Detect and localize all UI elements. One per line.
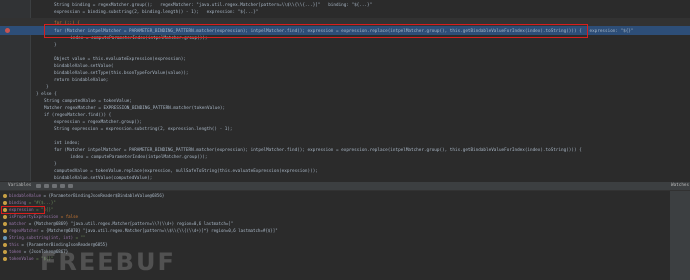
evaluate-icon[interactable] [68, 184, 73, 188]
expression-annotation-box [1, 206, 45, 214]
variable-row[interactable]: String.substring(int, int) = "" [3, 235, 85, 241]
field-icon [3, 243, 7, 247]
code-line: expression = regexMatcher.group(); [54, 120, 142, 125]
run-to-cursor-icon[interactable] [60, 184, 65, 188]
code-line: for (Matcher intpelMatcher = PARAMETER_B… [54, 148, 582, 153]
variable-row[interactable]: isPropertyExpression = false [3, 214, 78, 220]
field-icon [3, 250, 7, 254]
code-line: } else { [36, 92, 57, 97]
variable-row[interactable]: matcher = {Matcher@6869} "java.util.rege… [3, 221, 233, 227]
watches-label: Watches [671, 183, 690, 188]
field-icon [3, 229, 7, 233]
code-line: bindableValue.setType(this.bsonTypeForVa… [54, 71, 189, 76]
code-line: int index; [54, 141, 80, 146]
field-icon [3, 194, 7, 198]
code-editor[interactable]: String binding = regexMatcher.group(); r… [0, 0, 690, 181]
debug-panel: Variables Watches bindableValue = {Param… [0, 181, 690, 280]
method-icon [3, 236, 7, 240]
code-line: return bindableValue; [54, 78, 109, 83]
variable-row[interactable]: regexMatcher = {Matcher@6870} "java.util… [3, 228, 278, 234]
code-line: computedValue = tokenValue.replace(expre… [54, 169, 318, 174]
code-line: String expression = expression.substring… [54, 127, 233, 132]
highlight-annotation-box [44, 24, 588, 38]
field-icon [3, 222, 7, 226]
code-line: bindableValue.setValue( [54, 64, 114, 69]
code-line: } [46, 85, 49, 90]
code-line: } [54, 43, 57, 48]
code-line: if (regexMatcher.find()) { [44, 113, 112, 118]
code-line: Object value = this.evaluateExpression(e… [54, 57, 186, 62]
code-line: expression = binding.substring(2, bindin… [54, 10, 259, 15]
tab-variables[interactable]: Variables [8, 183, 31, 189]
breakpoint-icon[interactable] [5, 28, 10, 33]
watches-panel[interactable] [669, 191, 690, 280]
code-line: String binding = regexMatcher.group(); r… [54, 3, 373, 8]
code-line: index = computeParameterIndex(intpelMatc… [60, 155, 208, 160]
step-over-icon[interactable] [36, 184, 41, 188]
field-icon [3, 257, 7, 261]
watermark-logo: FREEBUF [40, 248, 176, 276]
step-into-icon[interactable] [44, 184, 49, 188]
field-icon [3, 201, 7, 205]
variable-row[interactable]: bindableValue = {ParameterBindingJsonRea… [3, 193, 164, 199]
field-icon [3, 215, 7, 219]
code-line: String computedValue = tokenValue; [44, 99, 132, 104]
code-line: Matcher regexMatcher = EXPRESSION_BINDIN… [44, 106, 226, 111]
code-line: } [54, 162, 57, 167]
step-out-icon[interactable] [52, 184, 57, 188]
debug-toolbar: Variables Watches [0, 182, 690, 191]
